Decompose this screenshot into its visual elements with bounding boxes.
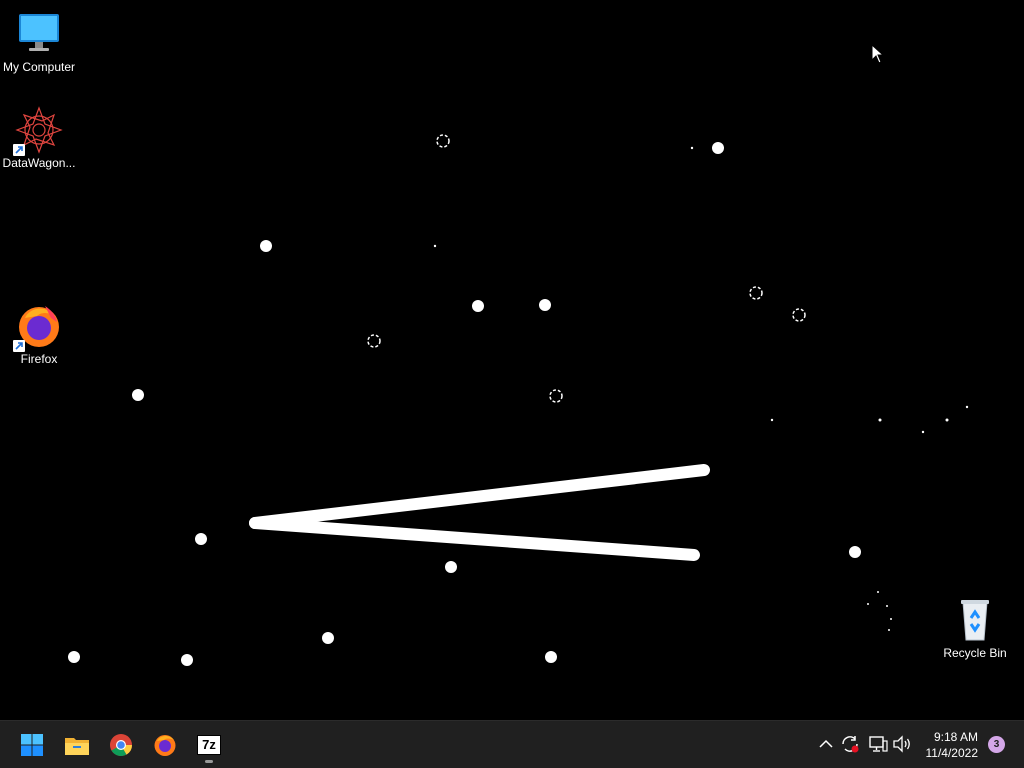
7zip-icon: 7z: [197, 735, 221, 755]
volume-icon: [893, 735, 910, 753]
running-indicator: [205, 760, 213, 763]
desktop-icon-label: My Computer: [2, 60, 76, 74]
desktop-icon-datawagon[interactable]: DataWagon...: [1, 106, 77, 170]
shortcut-arrow-icon: [13, 144, 25, 156]
tray-overflow-button[interactable]: [815, 733, 837, 755]
taskbar-7zip-button[interactable]: 7z: [189, 725, 229, 765]
folder-icon: [65, 738, 89, 755]
sync-icon: [842, 736, 859, 753]
firefox-icon: [154, 735, 176, 756]
datawagon-icon: [13, 106, 63, 156]
desktop-background-art: [68, 134, 969, 666]
desktop-icon-recycle-bin[interactable]: Recycle Bin: [937, 596, 1013, 660]
tray-network-button[interactable]: [867, 733, 889, 755]
mouse-cursor-icon: [871, 44, 885, 64]
desktop-icon-label: Recycle Bin: [943, 646, 1007, 660]
taskbar-firefox-button[interactable]: [145, 725, 185, 765]
taskbar-start-button[interactable]: [12, 725, 52, 765]
desktop-icon-firefox[interactable]: Firefox: [1, 302, 77, 366]
taskbar-clock[interactable]: 9:18 AM 11/4/2022: [918, 729, 979, 761]
notification-badge[interactable]: 3: [988, 736, 1005, 753]
tray-sync-button[interactable]: [839, 733, 861, 755]
taskbar-chrome-button[interactable]: [101, 725, 141, 765]
chevron-up-icon: [819, 739, 833, 748]
taskbar: 7z 9:18 AM 11/4/2022 3: [0, 720, 1024, 768]
desktop-icon-label: Firefox: [20, 352, 58, 366]
network-icon: [869, 736, 888, 752]
firefox-icon: [13, 302, 63, 352]
7zip-icon-label: 7z: [202, 737, 216, 752]
shortcut-arrow-icon: [13, 340, 25, 352]
windows-start-icon: [21, 734, 43, 756]
desktop-icon-my-computer[interactable]: My Computer: [1, 10, 77, 74]
clock-time: 9:18 AM: [933, 730, 978, 744]
desktop: My Computer DataWagon... Firefox Recycle…: [0, 0, 1024, 720]
desktop-icon-label: DataWagon...: [2, 156, 76, 170]
taskbar-file-explorer-button[interactable]: [57, 725, 97, 765]
monitor-icon: [15, 10, 63, 58]
clock-date: 11/4/2022: [925, 746, 979, 760]
chrome-icon: [110, 734, 132, 756]
recycle-bin-icon: [951, 596, 999, 644]
tray-volume-button[interactable]: [891, 733, 913, 755]
